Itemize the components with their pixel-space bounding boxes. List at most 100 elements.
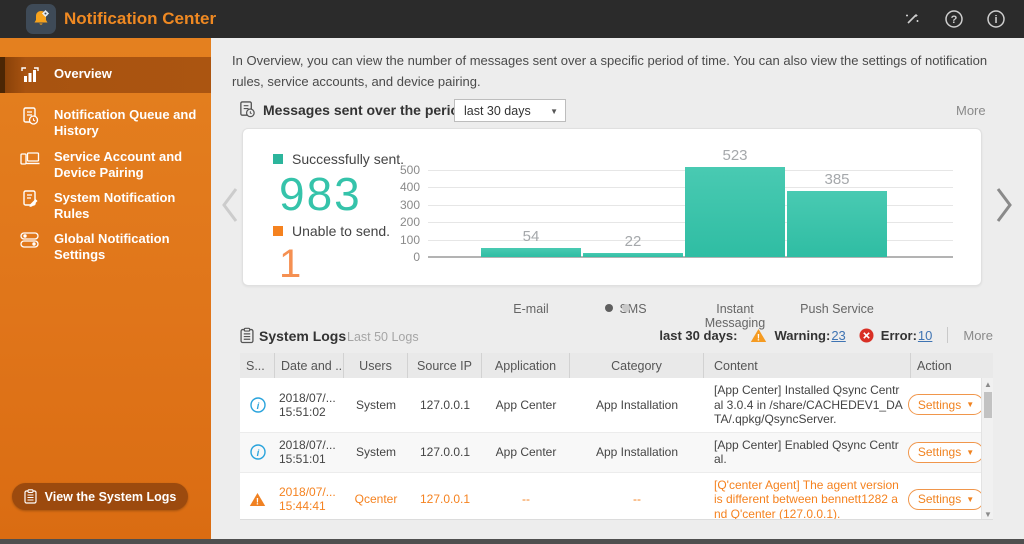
sidebar-item-overview[interactable]: Overview	[0, 57, 211, 93]
log-content: [Q'center Agent] The agent version is di…	[714, 477, 899, 520]
scroll-down-icon[interactable]: ▼	[982, 508, 993, 519]
sidebar-item-label: Service Account and Device Pairing	[54, 149, 183, 180]
svg-text:!: !	[256, 496, 259, 507]
sidebar-item-label: System Notification Rules	[54, 190, 176, 221]
settings-button[interactable]: Settings ▼	[907, 394, 985, 416]
warning-icon: !	[249, 492, 266, 507]
system-logs-title: System Logs	[259, 328, 347, 344]
error-count-link[interactable]: 10	[918, 328, 932, 343]
y-tick: 100	[399, 232, 420, 247]
carousel-prev-icon[interactable]	[219, 183, 241, 227]
system-logs-subtitle: Last 50 Logs	[347, 330, 419, 344]
main-content: In Overview, you can view the number of …	[211, 38, 1024, 544]
info-icon: i	[249, 397, 266, 413]
legend-fail: Unable to send.	[273, 223, 390, 239]
warning-icon: !	[751, 328, 767, 343]
log-content: [App Center] Enabled Qsync Central.	[714, 437, 899, 467]
table-row[interactable]: i 2018/07/... 15:51:02 System 127.0.0.1 A…	[240, 378, 993, 433]
col-action[interactable]: Action	[911, 353, 993, 378]
period-select[interactable]: last 30 days ▼	[454, 99, 566, 122]
bar-email: 54	[481, 137, 581, 257]
rules-document-icon	[18, 187, 42, 211]
divider	[947, 327, 949, 343]
bar-chart: 500 400 300 200 100 0 54 22 523 385 E-ma…	[400, 147, 953, 330]
chevron-down-icon: ▼	[966, 447, 975, 457]
col-users[interactable]: Users	[344, 353, 408, 378]
col-application[interactable]: Application	[482, 353, 570, 378]
log-user: Qcenter	[354, 492, 398, 507]
sidebar-item-label: Notification Queue and History	[54, 107, 197, 138]
sidebar-item-notification-rules[interactable]: System Notification Rules	[0, 181, 211, 228]
table-row[interactable]: ! 2018/07/... 15:44:41 Qcenter 127.0.0.1 …	[240, 473, 993, 520]
view-system-logs-label: View the System Logs	[44, 489, 177, 504]
log-content: [App Center] Installed Qsync Central 3.0…	[714, 383, 903, 426]
toggles-icon	[18, 228, 42, 252]
logs-more-link[interactable]: More	[963, 328, 993, 343]
quick-start-wand-icon[interactable]	[902, 9, 922, 29]
bar-value-label: 54	[522, 227, 540, 245]
messages-period-icon	[238, 100, 257, 124]
svg-text:i: i	[994, 14, 997, 26]
view-system-logs-button[interactable]: View the System Logs	[12, 483, 188, 510]
col-content[interactable]: Content	[704, 353, 911, 378]
log-application: App Center	[495, 445, 557, 459]
notification-center-app-icon	[26, 4, 56, 34]
svg-text:?: ?	[951, 14, 958, 26]
chevron-down-icon: ▼	[966, 494, 975, 504]
messages-chart-card: Successfully sent. 983 Unable to send. 1…	[242, 128, 982, 330]
success-count: 983	[279, 168, 362, 220]
carousel-next-icon[interactable]	[993, 183, 1015, 227]
carousel-dot-2[interactable]	[622, 304, 630, 312]
bar-sms: 22	[583, 137, 683, 257]
info-icon: i	[249, 444, 266, 460]
carousel-dot-1[interactable]	[605, 304, 613, 312]
overview-description: In Overview, you can view the number of …	[232, 53, 988, 89]
device-pairing-icon	[18, 146, 42, 170]
log-source-ip: 127.0.0.1	[419, 492, 471, 507]
queue-history-icon	[18, 104, 42, 128]
table-scrollbar[interactable]: ▲ ▼	[981, 378, 993, 519]
col-severity[interactable]: S...	[240, 353, 275, 378]
system-logs-table: S... Date and ... Users Source IP Applic…	[240, 353, 993, 520]
log-source-ip: 127.0.0.1	[419, 397, 471, 412]
error-label: Error:	[880, 327, 917, 343]
col-source-ip[interactable]: Source IP	[408, 353, 482, 378]
scrollbar-thumb[interactable]	[984, 392, 992, 418]
y-tick: 300	[399, 197, 420, 212]
sidebar-item-service-account[interactable]: Service Account and Device Pairing	[0, 140, 211, 187]
top-bar: Notification Center ? i	[0, 0, 1024, 38]
log-date: 2018/07/...	[279, 438, 336, 452]
scroll-up-icon[interactable]: ▲	[982, 378, 993, 390]
col-date[interactable]: Date and ...	[275, 353, 344, 378]
messages-more-link[interactable]: More	[956, 103, 986, 118]
about-info-icon[interactable]: i	[986, 9, 1006, 29]
error-icon	[859, 328, 874, 342]
chevron-down-icon: ▼	[966, 400, 975, 410]
y-tick: 400	[399, 180, 420, 195]
sidebar-item-global-settings[interactable]: Global Notification Settings	[0, 222, 211, 269]
app-title: Notification Center	[64, 9, 217, 28]
log-category: --	[633, 492, 641, 507]
bar-value-label: 22	[624, 233, 642, 251]
chevron-down-icon: ▼	[550, 107, 558, 116]
table-header: S... Date and ... Users Source IP Applic…	[240, 353, 993, 378]
log-user: System	[355, 397, 396, 412]
fail-count: 1	[279, 242, 304, 286]
log-category: App Installation	[595, 397, 679, 412]
log-time: 15:51:02	[279, 404, 326, 419]
overview-chart-icon	[18, 63, 42, 87]
sidebar-item-notification-queue[interactable]: Notification Queue and History	[0, 98, 211, 145]
bar-instant-messaging: 523	[685, 137, 785, 257]
warning-count-link[interactable]: 23	[831, 328, 845, 343]
settings-button[interactable]: Settings ▼	[907, 488, 985, 510]
sidebar: Overview Notification Queue and History …	[0, 38, 211, 544]
bar-value-label: 385	[824, 170, 850, 188]
warning-label: Warning:	[774, 327, 831, 343]
log-user: System	[355, 445, 396, 459]
bar-value-label: 523	[722, 147, 748, 164]
col-category[interactable]: Category	[570, 353, 704, 378]
settings-button[interactable]: Settings ▼	[907, 441, 985, 463]
help-icon[interactable]: ?	[944, 9, 964, 29]
table-row[interactable]: i 2018/07/... 15:51:01 System 127.0.0.1 A…	[240, 432, 993, 473]
clipboard-icon	[24, 489, 37, 504]
